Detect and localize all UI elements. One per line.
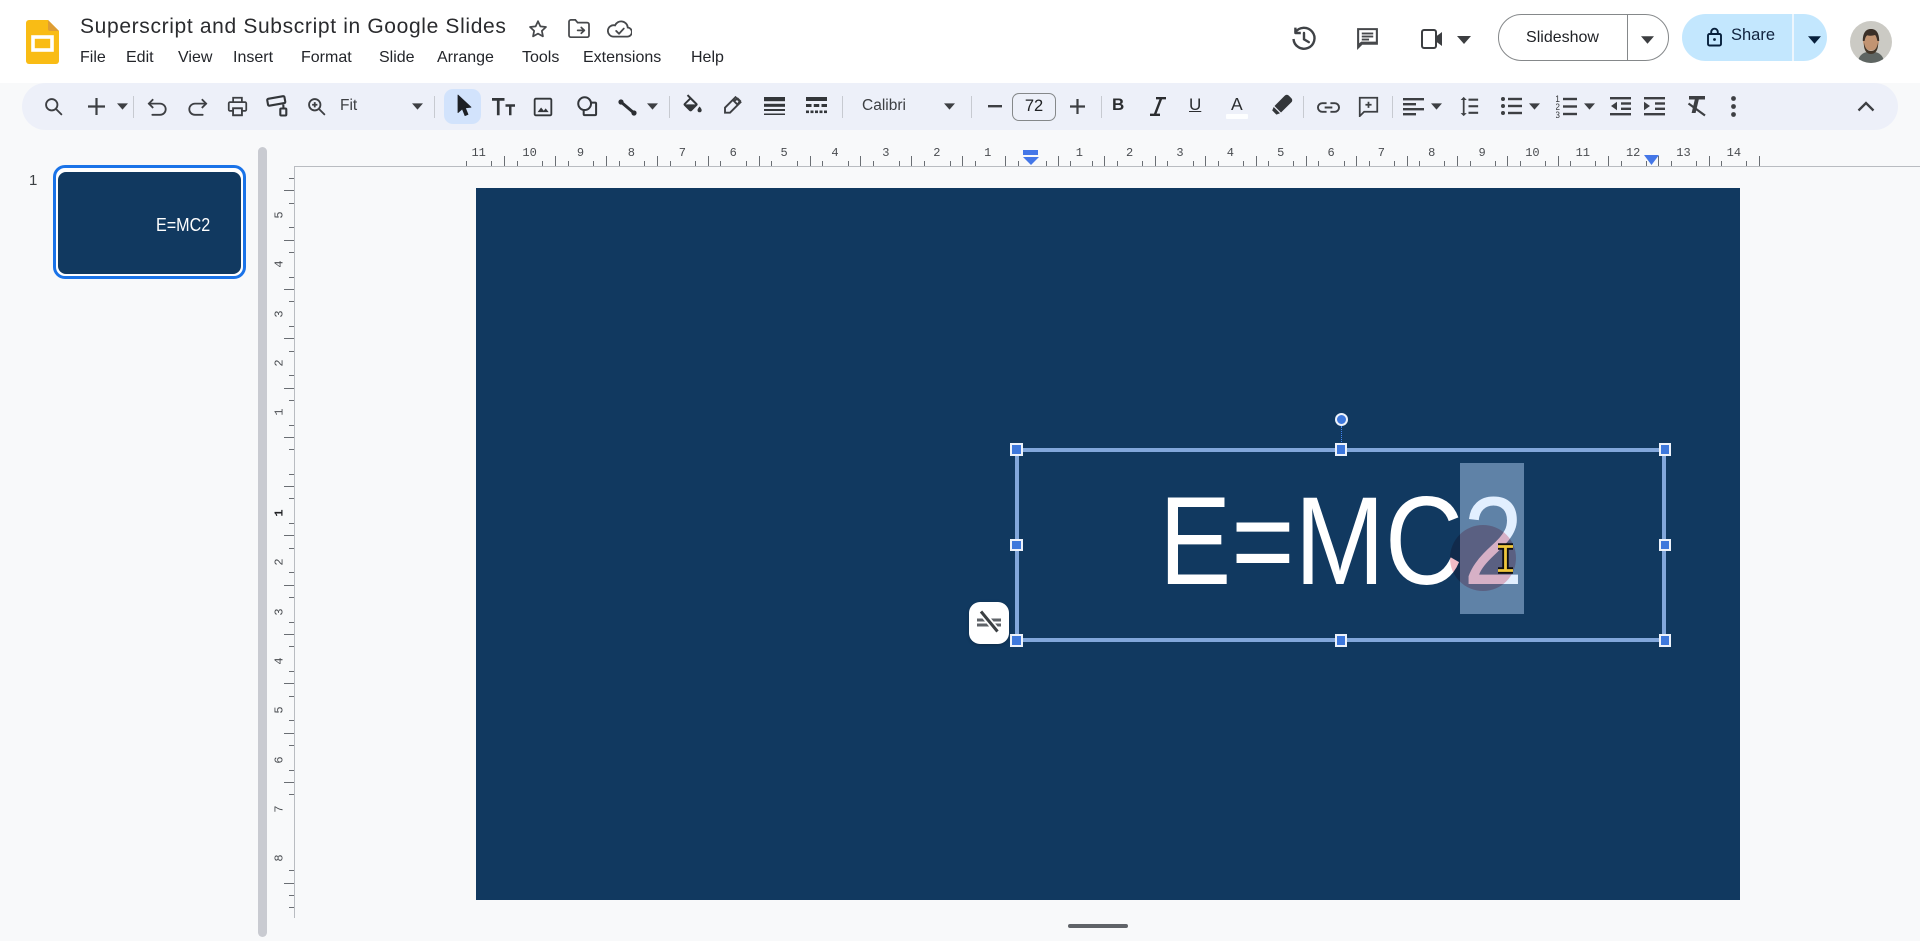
- svg-text:3: 3: [1556, 110, 1560, 118]
